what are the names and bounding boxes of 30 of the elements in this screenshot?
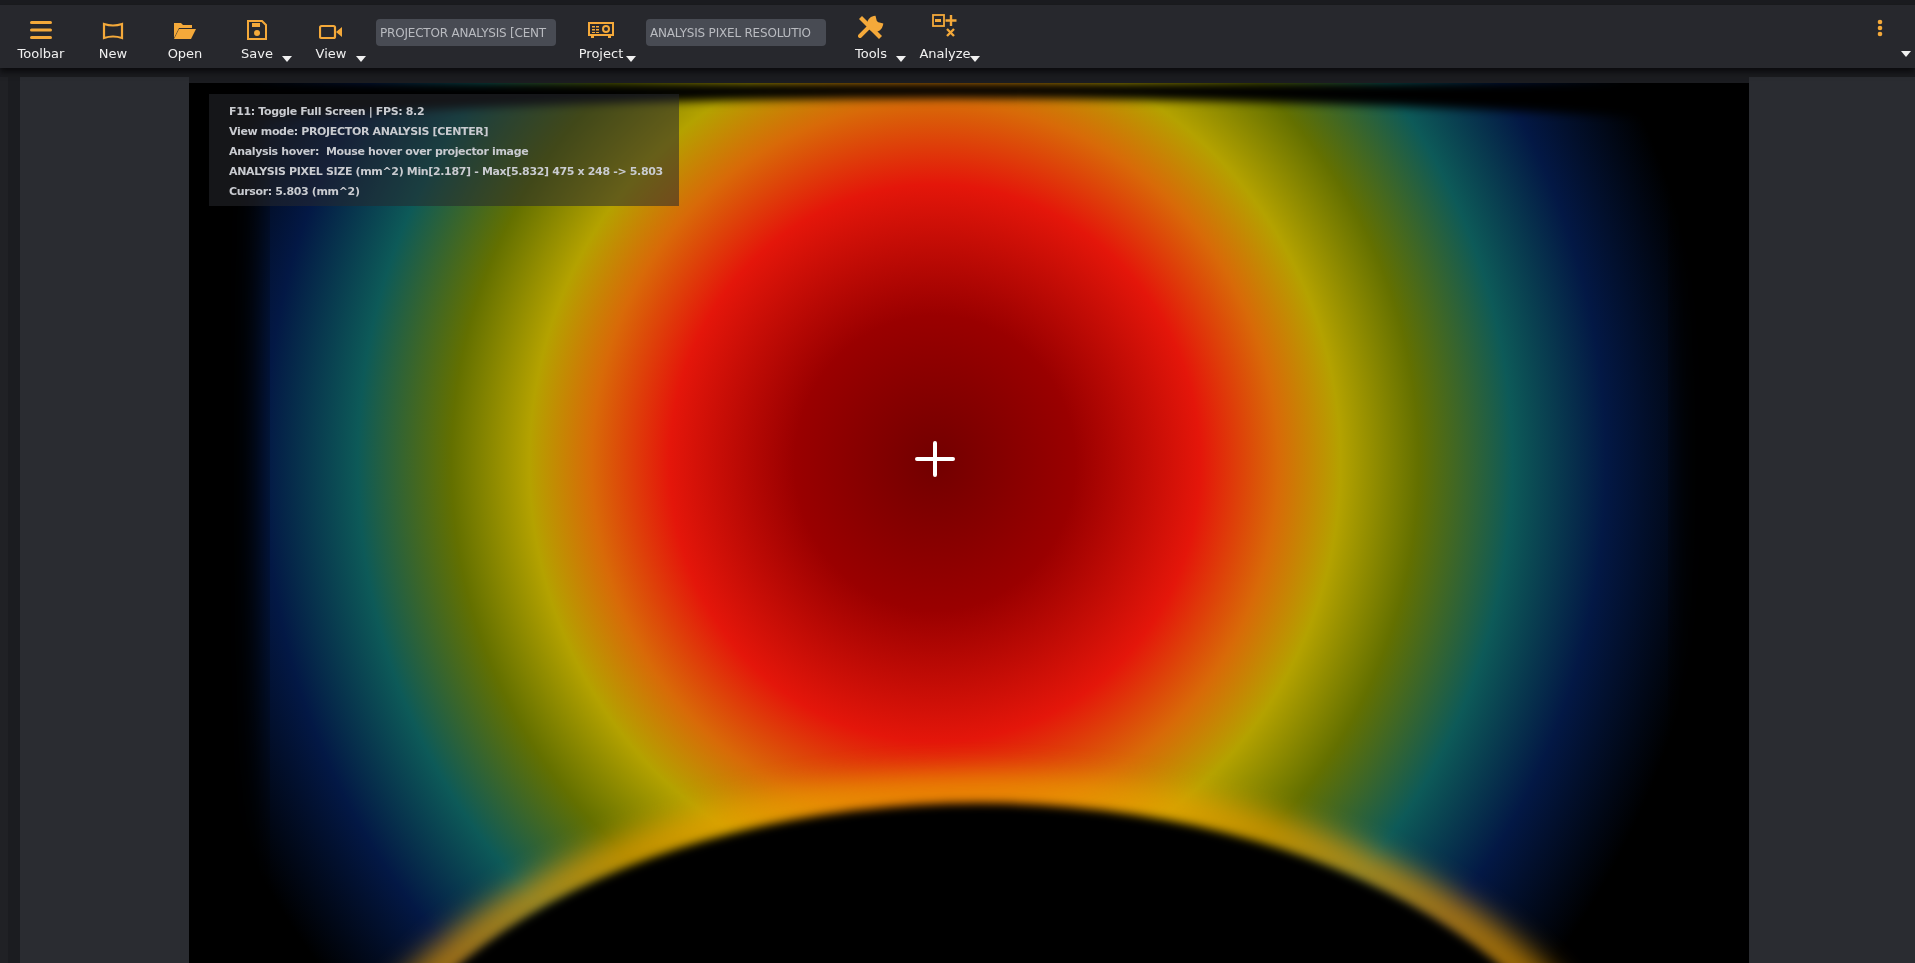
frame-icon	[102, 22, 124, 40]
caret-icon[interactable]	[626, 56, 636, 62]
toolbar-button[interactable]: Open	[152, 12, 218, 68]
toolbar-button[interactable]: Save	[224, 12, 290, 68]
toolbar-button[interactable]: New	[80, 12, 146, 68]
menu-icon	[29, 20, 53, 40]
tools-icon	[858, 14, 884, 40]
more-options-icon[interactable]	[1877, 19, 1883, 37]
toolbar-button[interactable]: Analyze	[912, 12, 978, 68]
status-text: ANALYSIS PIXEL SIZE (mm^2) Min[2.187] - Max[5.832] 475 x 248 -> 5.803	[229, 164, 664, 180]
caret-icon[interactable]	[282, 56, 292, 62]
toolbar-button[interactable]: Toolbar	[8, 12, 74, 68]
mode-field[interactable]: ANALYSIS PIXEL RESOLUTIO	[646, 19, 826, 46]
caret-icon[interactable]	[1901, 51, 1911, 57]
video-camera-icon	[319, 24, 343, 40]
caret-icon[interactable]	[896, 56, 906, 62]
crosshair-icon	[915, 441, 955, 477]
status-text: Analysis hover: Mouse hover over projector image	[229, 144, 530, 160]
toolbar-button[interactable]: View	[298, 12, 364, 68]
status-text: View mode: PROJECTOR ANALYSIS [CENTER]	[229, 124, 490, 140]
caret-icon[interactable]	[970, 56, 980, 62]
status-text: F11: Toggle Full Screen | FPS: 8.2	[229, 104, 426, 120]
caret-icon[interactable]	[356, 56, 366, 62]
projector-icon	[588, 20, 614, 40]
toolbar-button[interactable]: Tools	[838, 12, 904, 68]
mode-field[interactable]: PROJECTOR ANALYSIS [CENT	[376, 19, 556, 46]
save-icon	[247, 20, 267, 40]
status-text: Cursor: 5.803 (mm^2)	[229, 184, 361, 200]
folder-icon	[173, 21, 197, 40]
toolbar-button[interactable]: Project	[568, 12, 634, 68]
